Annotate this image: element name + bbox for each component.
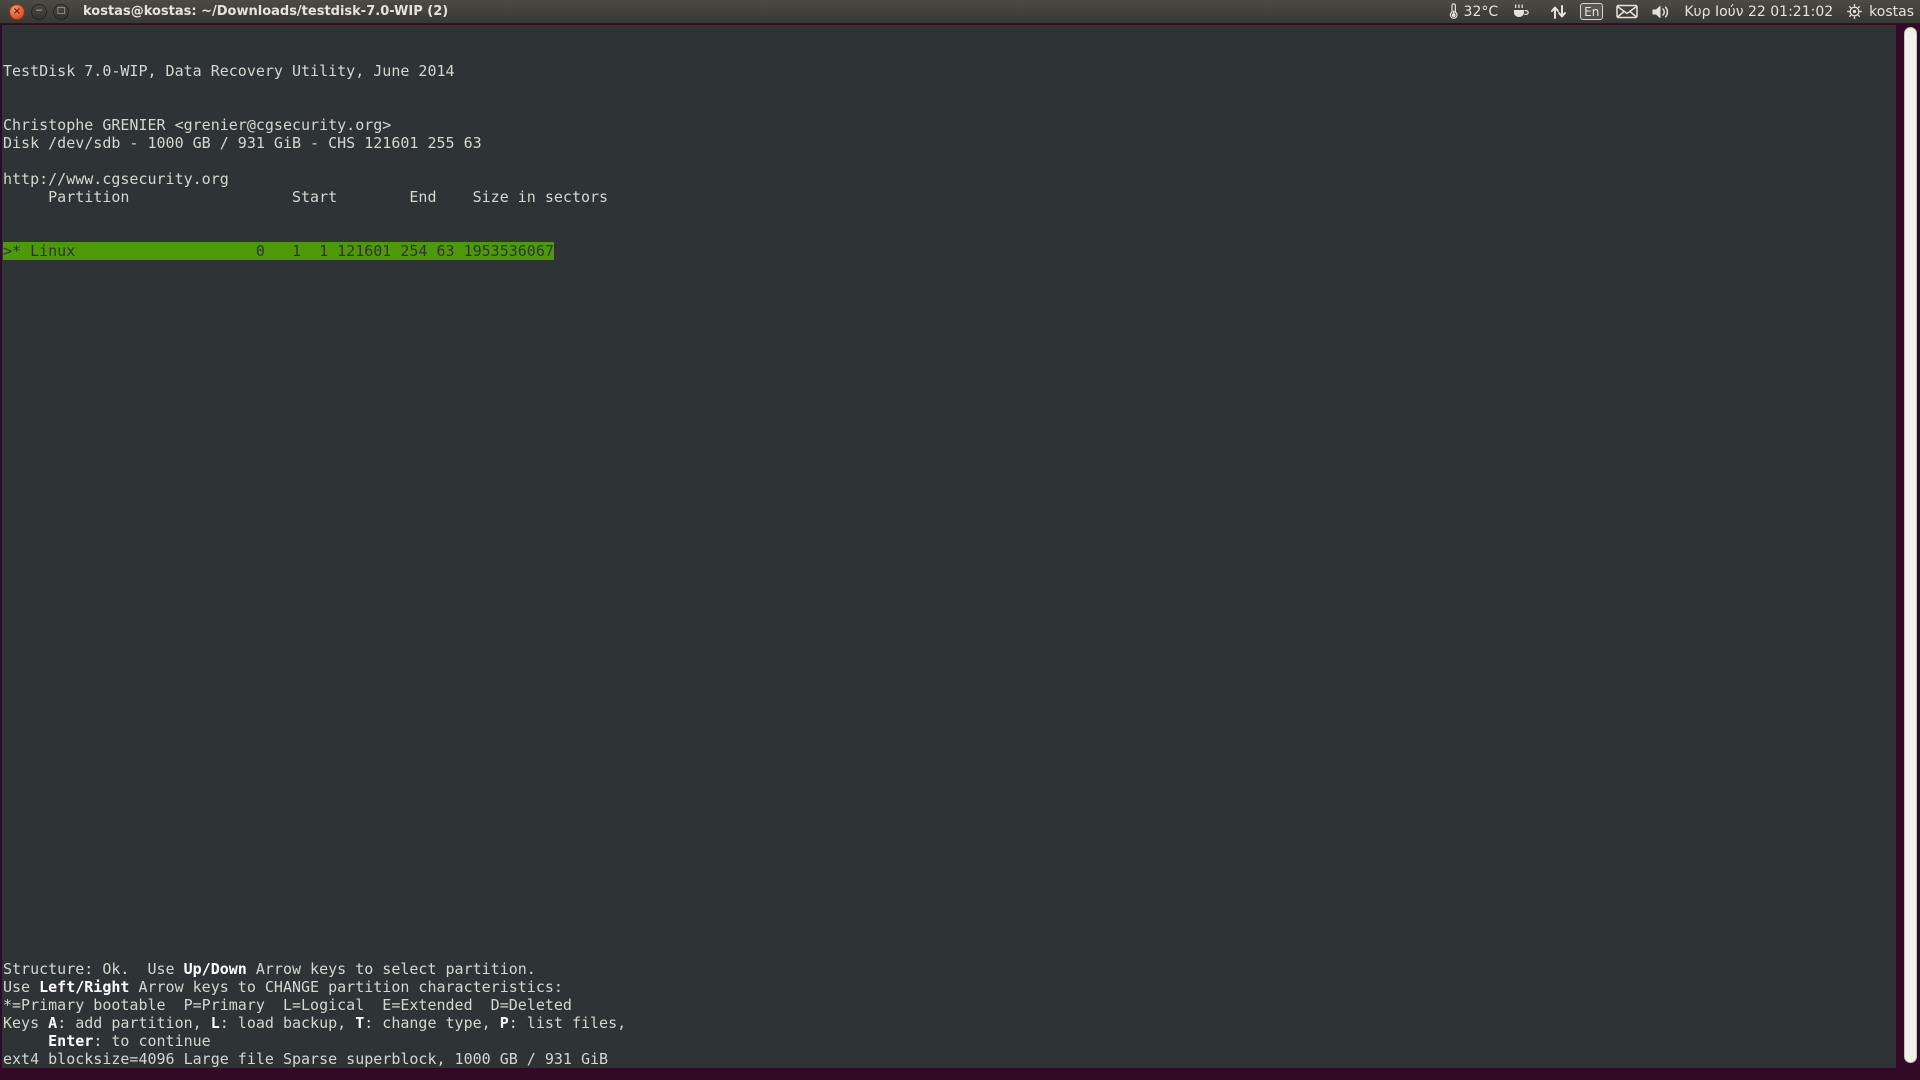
maximize-icon: □: [57, 7, 66, 16]
help-text-line: Enter: to continue: [3, 1032, 626, 1050]
top-panel: × − □ kostas@kostas: ~/Downloads/testdis…: [0, 0, 1920, 24]
close-button[interactable]: ×: [9, 4, 25, 20]
gear-icon: [1846, 3, 1863, 20]
help-text-segment: Use: [3, 978, 39, 996]
window-title: kostas@kostas: ~/Downloads/testdisk-7.0-…: [83, 4, 448, 19]
minimize-button[interactable]: −: [31, 4, 47, 20]
help-text-segment: Structure: Ok. Use: [3, 960, 184, 978]
maximize-button[interactable]: □: [53, 4, 69, 20]
thermometer-icon: [1447, 3, 1460, 20]
help-text-segment: Arrow keys to select partition.: [247, 960, 536, 978]
testdisk-version-line: TestDisk 7.0-WIP, Data Recovery Utility,…: [3, 62, 455, 80]
disk-info-line: Disk /dev/sdb - 1000 GB / 931 GiB - CHS …: [3, 134, 608, 152]
help-text-segment: : load backup,: [220, 1014, 355, 1032]
help-text-segment: : change type,: [364, 1014, 499, 1032]
window-controls: × − □: [0, 4, 69, 20]
partition-row-highlight: >* Linux 0 1 1 121601 254 63 1953536067: [3, 242, 554, 260]
help-text-segment: [3, 1032, 48, 1050]
help-key-highlight: Up/Down: [184, 960, 247, 978]
speaker-icon: [1651, 4, 1671, 20]
clock-label: Κυρ Ιούν 22 01:21:02: [1684, 4, 1833, 20]
username-label: kostas: [1869, 4, 1914, 20]
arrows-up-down-icon: [1550, 4, 1567, 20]
help-text-line: Keys A: add partition, L: load backup, T…: [3, 1014, 626, 1032]
session-indicator[interactable]: kostas: [1846, 3, 1914, 20]
disk-section: Disk /dev/sdb - 1000 GB / 931 GiB - CHS …: [3, 98, 608, 296]
terminal-window[interactable]: TestDisk 7.0-WIP, Data Recovery Utility,…: [0, 24, 1920, 1080]
close-icon: ×: [13, 7, 21, 17]
temperature-indicator[interactable]: 32°C: [1447, 3, 1499, 20]
help-text-segment: *=Primary bootable P=Primary L=Logical E…: [3, 996, 572, 1014]
help-key-highlight: Left/Right: [39, 978, 129, 996]
help-key-highlight: A: [48, 1014, 57, 1032]
testdisk-screen: TestDisk 7.0-WIP, Data Recovery Utility,…: [2, 25, 1896, 1068]
coffee-cup-icon: [1511, 3, 1531, 20]
envelope-icon: [1616, 4, 1638, 19]
help-key-highlight: T: [355, 1014, 364, 1032]
sound-indicator[interactable]: [1651, 4, 1671, 20]
help-text-line: Structure: Ok. Use Up/Down Arrow keys to…: [3, 960, 626, 978]
temperature-value: 32°C: [1464, 4, 1499, 20]
selected-partition-row: >* Linux 0 1 1 121601 254 63 1953536067: [3, 242, 608, 260]
system-tray: 32°C En: [1447, 3, 1920, 20]
clock-indicator[interactable]: Κυρ Ιούν 22 01:21:02: [1684, 4, 1833, 20]
help-text-segment: Keys: [3, 1014, 48, 1032]
help-text-segment: : list files,: [509, 1014, 626, 1032]
help-key-highlight: P: [500, 1014, 509, 1032]
help-text-line: ext4 blocksize=4096 Large file Sparse su…: [3, 1050, 626, 1068]
partition-table-header: Partition Start End Size in sectors: [3, 188, 608, 206]
coffee-indicator[interactable]: [1511, 3, 1531, 20]
help-text-segment: : to continue: [93, 1032, 210, 1050]
help-text-line: Use Left/Right Arrow keys to CHANGE part…: [3, 978, 626, 996]
help-text-segment: : add partition,: [57, 1014, 211, 1032]
minimize-icon: −: [35, 7, 43, 16]
scrollbar-thumb[interactable]: [1904, 27, 1917, 1063]
help-text-line: *=Primary bootable P=Primary L=Logical E…: [3, 996, 626, 1014]
help-text-segment: ext4 blocksize=4096 Large file Sparse su…: [3, 1050, 608, 1068]
keyboard-layout-badge: En: [1580, 3, 1603, 20]
layout-indicator[interactable]: En: [1580, 3, 1603, 20]
help-text-segment: Arrow keys to CHANGE partition character…: [129, 978, 562, 996]
help-key-highlight: L: [211, 1014, 220, 1032]
mail-indicator[interactable]: [1616, 4, 1638, 19]
help-key-highlight: Enter: [48, 1032, 93, 1050]
help-text-block: Structure: Ok. Use Up/Down Arrow keys to…: [3, 960, 626, 1068]
keyboard-indicator[interactable]: [1550, 4, 1567, 20]
